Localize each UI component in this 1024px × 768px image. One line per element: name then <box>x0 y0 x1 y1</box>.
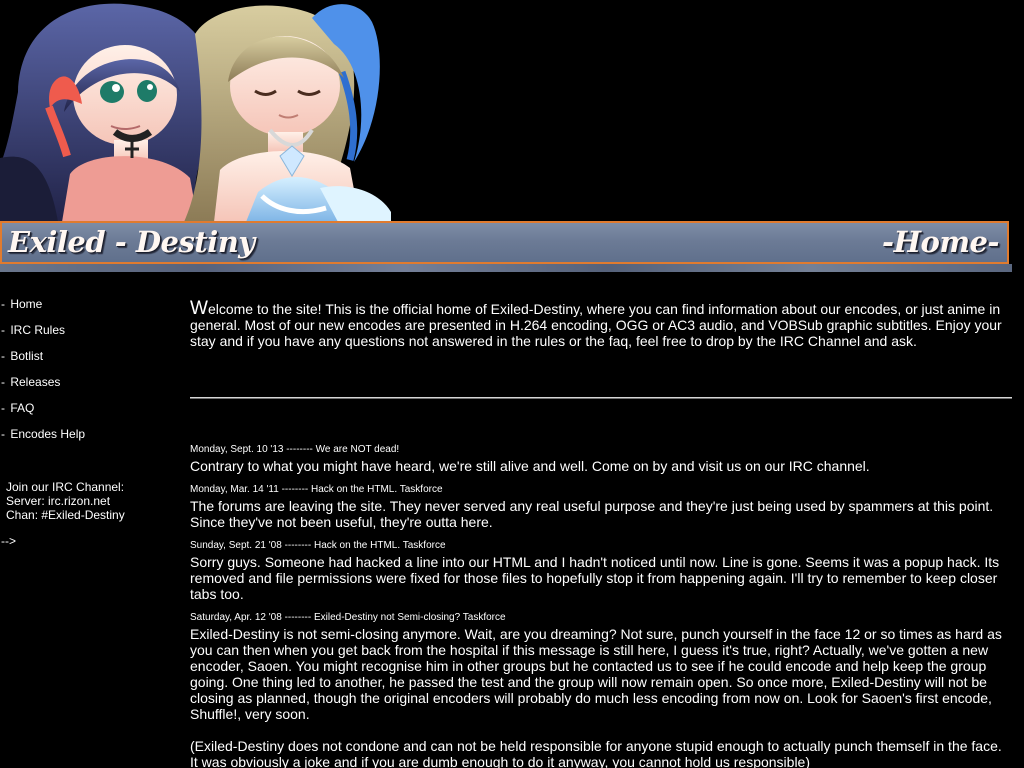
sidebar-item-prefix: - <box>1 427 9 441</box>
site-title: Exiled - Destiny <box>8 225 255 259</box>
irc-title: Join our IRC Channel: <box>6 480 125 494</box>
page-title: -Home- <box>882 225 999 259</box>
news-meta: Saturday, Apr. 12 '08 -------- Exiled-De… <box>190 612 506 623</box>
news-meta: Monday, Sept. 10 '13 -------- We are NOT… <box>190 444 400 455</box>
news-body: Sorry guys. Someone had hacked a line in… <box>190 554 1000 602</box>
banner-decorative-strip <box>0 264 1012 272</box>
welcome-body: elcome to the site! This is the official… <box>190 301 1002 349</box>
sidebar-item-label: Encodes Help <box>10 427 86 441</box>
irc-info: Join our IRC Channel: Server: irc.rizon.… <box>6 480 176 522</box>
news-item: Saturday, Apr. 12 '08 -------- Exiled-De… <box>190 612 1010 722</box>
sidebar-item-label: Botlist <box>10 349 44 363</box>
news-meta: Monday, Mar. 14 '11 -------- Hack on the… <box>190 484 443 495</box>
sidebar-item-label: Releases <box>10 375 61 389</box>
sidebar-item-label: IRC Rules <box>10 323 66 337</box>
welcome-text: Welcome to the site! This is the officia… <box>190 298 1010 349</box>
irc-server: Server: irc.rizon.net <box>6 494 111 508</box>
sidebar-item-prefix: - <box>1 401 9 415</box>
irc-channel: Chan: #Exiled-Destiny <box>6 508 125 522</box>
news-body: Contrary to what you might have heard, w… <box>190 458 870 474</box>
section-divider <box>190 397 1012 399</box>
sidebar-item-irc-rules[interactable]: - IRC Rules <box>1 323 65 337</box>
news-body: The forums are leaving the site. They ne… <box>190 498 994 530</box>
sidebar-item-encodes-help[interactable]: - Encodes Help <box>1 427 85 441</box>
news-meta: Sunday, Sept. 21 '08 -------- Hack on th… <box>190 540 446 551</box>
news-list: Monday, Sept. 10 '13 -------- We are NOT… <box>190 444 1010 768</box>
page: Exiled - Destiny -Home- - Home - IRC Rul… <box>0 0 1024 768</box>
sidebar-item-releases[interactable]: - Releases <box>1 375 60 389</box>
news-item: Sunday, Sept. 21 '08 -------- Hack on th… <box>190 540 1010 602</box>
sidebar-item-prefix: - <box>1 375 9 389</box>
site-banner: Exiled - Destiny -Home- <box>0 221 1009 264</box>
sidebar-item-label: Home <box>10 297 43 311</box>
sidebar-item-prefix: - <box>1 349 9 363</box>
stray-comment-text: --> <box>1 534 16 548</box>
disclaimer-text: (Exiled-Destiny does not condone and can… <box>190 738 1002 768</box>
news-item: Monday, Sept. 10 '13 -------- We are NOT… <box>190 444 1010 474</box>
sidebar-item-prefix: - <box>1 323 9 337</box>
sidebar-item-botlist[interactable]: - Botlist <box>1 349 43 363</box>
main-content: Welcome to the site! This is the officia… <box>190 298 1012 768</box>
news-item: Monday, Mar. 14 '11 -------- Hack on the… <box>190 484 1010 530</box>
anime-girls-header-image <box>0 0 392 222</box>
sidebar-item-label: FAQ <box>10 401 35 415</box>
sidebar-item-home[interactable]: - Home <box>1 297 42 311</box>
welcome-first-letter: W <box>190 298 208 319</box>
sidebar-item-prefix: - <box>1 297 9 311</box>
news-body: Exiled-Destiny is not semi-closing anymo… <box>190 626 1002 722</box>
sidebar-item-faq[interactable]: - FAQ <box>1 401 34 415</box>
